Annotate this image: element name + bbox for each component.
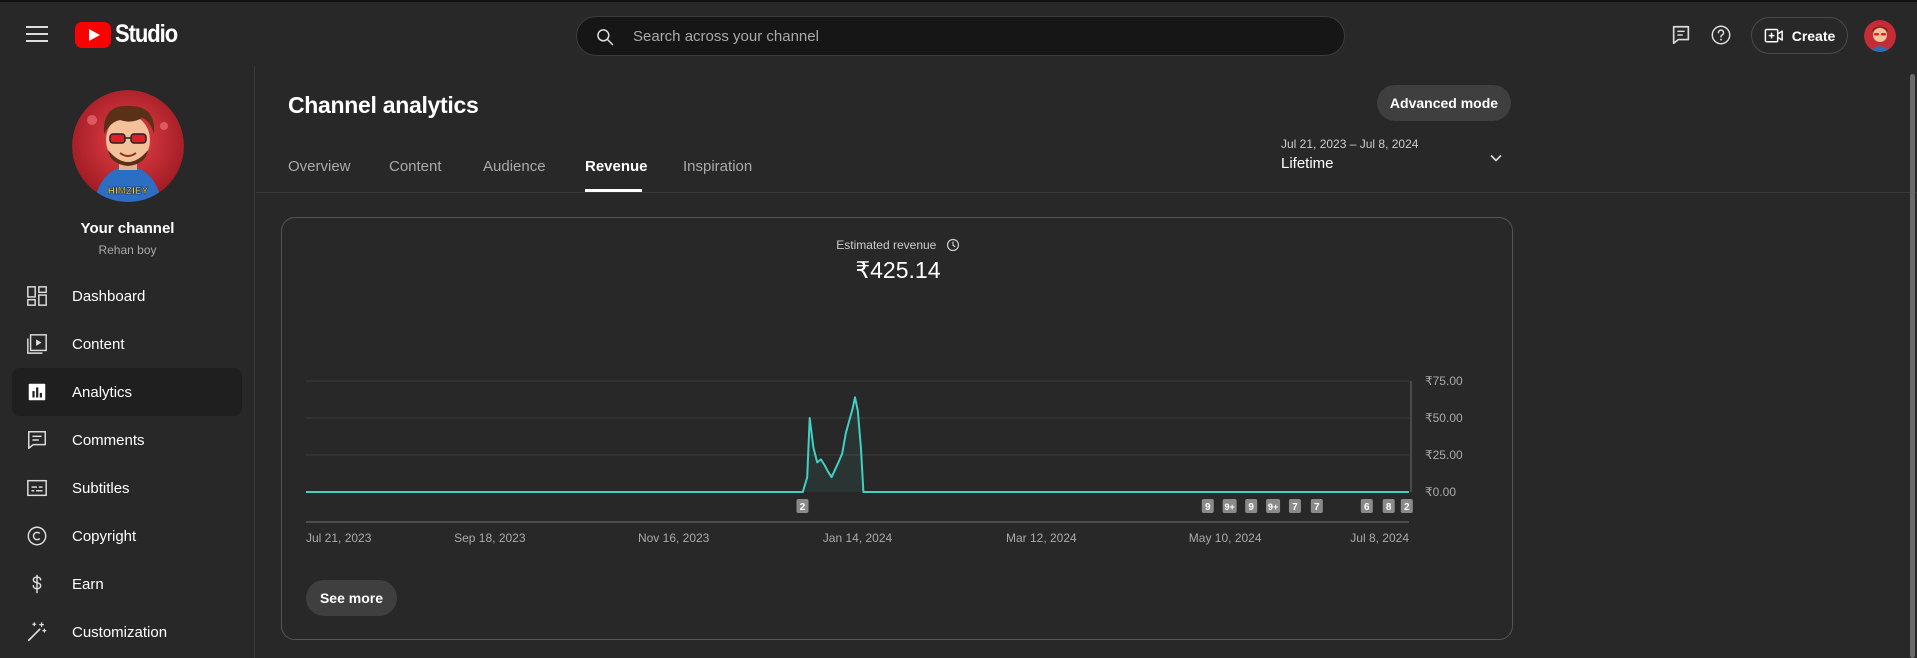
top-bar: Studio Create: [0, 0, 1917, 66]
dollar-icon: [32, 574, 42, 594]
x-tick-label: Nov 16, 2023: [638, 531, 710, 545]
sidebar-item-label: Content: [72, 335, 125, 353]
y-tick-label: ₹50.00: [1425, 411, 1463, 425]
feedback-icon[interactable]: [1670, 24, 1692, 46]
add-video-icon: [1764, 28, 1783, 42]
sidebar-item-label: Comments: [72, 431, 145, 449]
publish-marker-label: 9: [1205, 502, 1211, 513]
content-icon: [27, 334, 47, 354]
sidebar-item-label: Copyright: [72, 527, 137, 545]
create-button[interactable]: Create: [1751, 17, 1848, 54]
sidebar-item-customization[interactable]: Customization: [12, 608, 242, 656]
date-range[interactable]: Jul 21, 2023 – Jul 8, 2024: [1281, 137, 1418, 151]
search-bar[interactable]: [576, 16, 1345, 56]
account-avatar[interactable]: [1864, 20, 1896, 52]
sidebar: HIMZIEY Your channel Rehan boy Dashboard…: [0, 66, 255, 658]
sidebar-item-earn[interactable]: Earn: [12, 560, 242, 608]
comments-icon: [28, 431, 46, 449]
publish-marker-label: 6: [1364, 502, 1370, 513]
studio-logo[interactable]: Studio: [75, 20, 186, 49]
channel-title[interactable]: Your channel: [0, 220, 255, 237]
tab-overview[interactable]: Overview: [288, 158, 351, 175]
sidebar-item-label: Customization: [72, 623, 168, 641]
date-preset[interactable]: Lifetime: [1281, 155, 1334, 172]
dashboard-icon: [27, 286, 47, 306]
channel-name: Rehan boy: [98, 243, 157, 257]
publish-marker[interactable]: 2: [796, 499, 809, 513]
analytics-icon: [28, 383, 46, 401]
sidebar-item-label: Dashboard: [72, 287, 146, 305]
y-tick-label: ₹0.00: [1425, 485, 1456, 499]
channel-avatar[interactable]: HIMZIEY: [72, 90, 184, 202]
scrollbar[interactable]: [1910, 74, 1915, 658]
tab-audience[interactable]: Audience: [483, 158, 546, 175]
sidebar-item-copyright[interactable]: Copyright: [12, 512, 242, 560]
publish-marker-label: 9+: [1268, 502, 1278, 512]
revenue-chart[interactable]: ₹75.00 ₹50.00 ₹25.00 ₹0.00 Jul 21, 2023 Sep 1…: [282, 218, 1514, 568]
chevron-down-icon[interactable]: [1488, 150, 1504, 166]
sidebar-item-dashboard[interactable]: Dashboard: [12, 272, 242, 320]
youtube-logo-icon: [75, 21, 111, 48]
account-avatar-image: [1864, 20, 1896, 52]
x-tick-label: Jul 8, 2024: [1350, 531, 1409, 545]
avatar-badge-text: HIMZIEY: [108, 186, 149, 197]
sidebar-item-comments[interactable]: Comments: [12, 416, 242, 464]
x-tick-label: May 10, 2024: [1189, 531, 1262, 545]
sidebar-item-label: Earn: [72, 575, 104, 593]
sidebar-item-subtitles[interactable]: Subtitles: [12, 464, 242, 512]
search-icon[interactable]: [595, 27, 615, 47]
sidebar-item-label: Analytics: [72, 383, 133, 401]
publish-marker-label: 7: [1314, 502, 1320, 513]
publish-marker[interactable]: 9+: [1266, 499, 1281, 513]
x-tick-label: Jul 21, 2023: [306, 531, 372, 545]
publish-marker-label: 9: [1248, 502, 1254, 513]
create-label: Create: [1791, 27, 1836, 44]
x-tick-label: Mar 12, 2024: [1006, 531, 1077, 545]
search-input[interactable]: [633, 17, 1313, 55]
sidebar-item-label: Subtitles: [72, 479, 130, 497]
publish-marker[interactable]: 7: [1310, 499, 1323, 513]
publish-marker[interactable]: 9: [1201, 499, 1214, 513]
tab-content[interactable]: Content: [389, 158, 442, 175]
publish-marker-label: 2: [800, 502, 806, 513]
publish-marker[interactable]: 7: [1288, 499, 1301, 513]
publish-marker-label: 9+: [1225, 502, 1235, 512]
subtitles-icon: [27, 479, 47, 497]
publish-marker[interactable]: 6: [1360, 499, 1373, 513]
x-tick-label: Sep 18, 2023: [454, 531, 526, 545]
y-tick-label: ₹25.00: [1425, 448, 1463, 462]
y-tick-label: ₹75.00: [1425, 374, 1463, 388]
help-icon[interactable]: [1710, 24, 1732, 46]
publish-marker[interactable]: 2: [1400, 499, 1413, 513]
copyright-icon: [27, 526, 47, 546]
magic-wand-icon: [27, 622, 47, 642]
page-title: Channel analytics: [288, 92, 479, 118]
publish-marker[interactable]: 9+: [1222, 499, 1237, 513]
sidebar-item-content[interactable]: Content: [12, 320, 242, 368]
publish-marker[interactable]: 9: [1245, 499, 1258, 513]
publish-marker-label: 7: [1292, 502, 1298, 513]
publish-marker-label: 8: [1386, 502, 1392, 513]
see-more-button[interactable]: See more: [306, 580, 397, 616]
tab-revenue[interactable]: Revenue: [585, 158, 648, 175]
revenue-card: Estimated revenue ₹425.14 ₹75.00 ₹50.00 ₹2…: [281, 217, 1513, 640]
tab-inspiration[interactable]: Inspiration: [683, 158, 752, 175]
publish-marker-label: 2: [1404, 502, 1410, 513]
active-tab-indicator: [585, 189, 642, 192]
sidebar-item-analytics[interactable]: Analytics: [12, 368, 242, 416]
menu-icon[interactable]: [26, 26, 48, 42]
analytics-header: Channel analytics Advanced mode Overview…: [256, 66, 1917, 193]
advanced-mode-button[interactable]: Advanced mode: [1377, 85, 1511, 121]
logo-text: Studio: [115, 20, 178, 48]
channel-avatar-image: HIMZIEY: [72, 90, 184, 202]
publish-marker[interactable]: 8: [1382, 499, 1395, 513]
x-tick-label: Jan 14, 2024: [823, 531, 893, 545]
